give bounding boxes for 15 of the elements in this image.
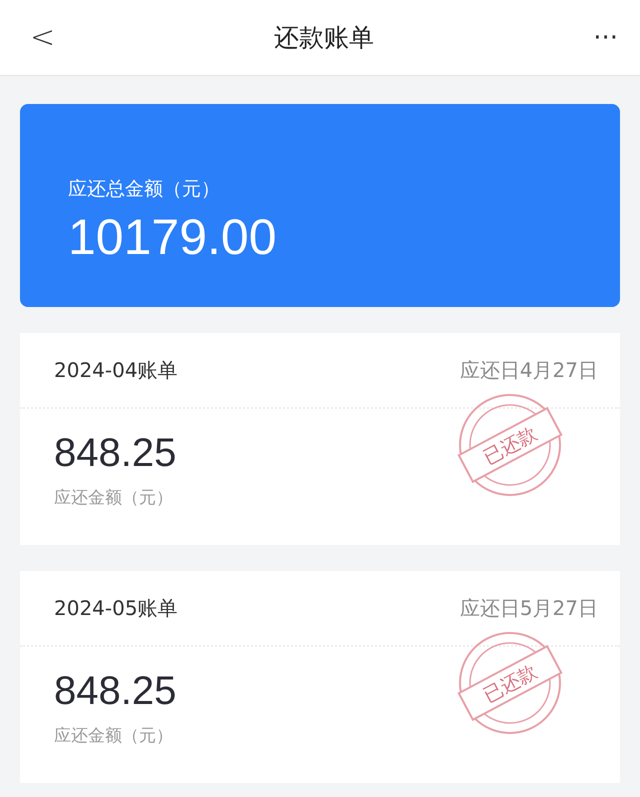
page-title: 还款账单 bbox=[274, 22, 374, 54]
bill-amount-label: 应还金额（元） bbox=[54, 487, 173, 509]
bill-amount: 848.25 bbox=[54, 669, 176, 714]
due-date: 应还日5月27日 bbox=[460, 594, 598, 622]
bill-amount: 848.25 bbox=[54, 431, 176, 476]
back-button[interactable]: < bbox=[30, 20, 56, 55]
due-date: 应还日4月27日 bbox=[460, 356, 598, 384]
more-button[interactable]: ··· bbox=[593, 22, 618, 52]
paid-stamp: 已还款 bbox=[457, 394, 563, 496]
total-amount-label: 应还总金额（元） bbox=[68, 176, 221, 202]
total-amount: 10179.00 bbox=[68, 208, 278, 266]
bill-period: 2024-04账单 bbox=[54, 356, 178, 384]
bill-amount-label: 应还金额（元） bbox=[54, 725, 173, 747]
bill-period: 2024-05账单 bbox=[54, 594, 178, 622]
paid-stamp: 已还款 bbox=[457, 632, 563, 734]
